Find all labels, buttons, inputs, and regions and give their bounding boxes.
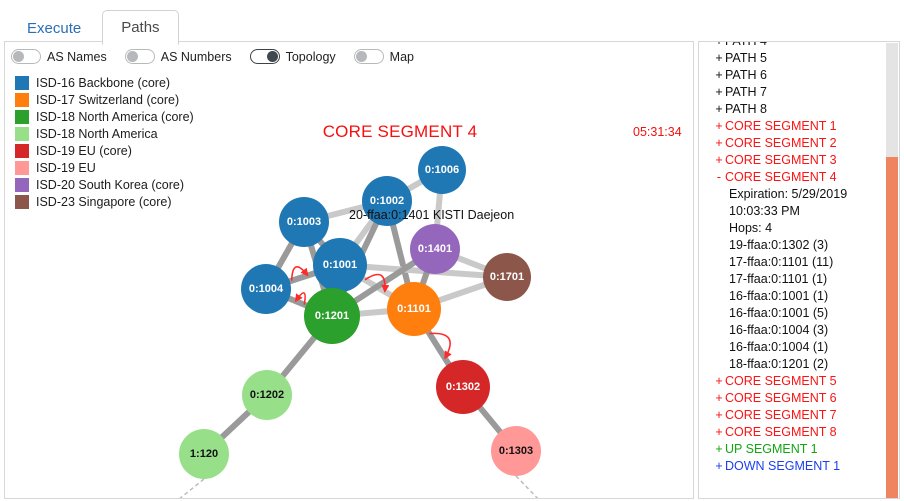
tree-item-label: PATH 5 xyxy=(725,51,767,65)
topology-graph-panel[interactable]: AS Names AS Numbers Topology Map ISD-16 Bac… xyxy=(4,41,694,499)
expand-icon[interactable]: + xyxy=(713,42,725,48)
node-tooltip: 20-ffaa:0:1401 KISTI Daejeon xyxy=(349,208,515,222)
graph-node-0-1401[interactable]: 0:1401 xyxy=(410,224,460,274)
endpoint-links-layer xyxy=(179,475,539,498)
tree-item-path-5[interactable]: + PATH 5 xyxy=(699,51,881,68)
node-circle[interactable] xyxy=(410,224,460,274)
tree-item-down-segment-1[interactable]: + DOWN SEGMENT 1 xyxy=(699,459,881,476)
tree-item-core-segment-6[interactable]: + CORE SEGMENT 6 xyxy=(699,391,881,408)
graph-node-0-1202[interactable]: 0:1202 xyxy=(242,370,292,420)
tree-item-label: CORE SEGMENT 3 xyxy=(725,153,837,167)
graph-node-0-1201[interactable]: 0:1201 xyxy=(304,288,360,344)
tree-item-label: PATH 6 xyxy=(725,68,767,82)
graph-node-0-1701[interactable]: 0:1701 xyxy=(483,253,531,301)
expand-icon[interactable]: + xyxy=(713,85,725,99)
expand-icon[interactable]: + xyxy=(713,153,725,167)
graph-node-0-1303[interactable]: 0:1303 xyxy=(491,426,541,476)
tree-item-path-6[interactable]: + PATH 6 xyxy=(699,68,881,85)
network-topology-svg[interactable]: 0:10060:10020:10030:14010:10010:17010:10… xyxy=(5,42,693,498)
tree-detail-line: Hops: 4 xyxy=(729,221,773,235)
graph-node-0-1302[interactable]: 0:1302 xyxy=(436,360,490,414)
tree-item-core-segment-1[interactable]: + CORE SEGMENT 1 xyxy=(699,119,881,136)
tree-scrollbar[interactable] xyxy=(884,43,898,498)
graph-node-0-1004[interactable]: 0:1004 xyxy=(241,264,291,314)
tab-execute[interactable]: Execute xyxy=(8,11,100,45)
tree-item-label: CORE SEGMENT 1 xyxy=(725,119,837,133)
tree-item-up-segment-1[interactable]: + UP SEGMENT 1 xyxy=(699,442,881,459)
tree-detail-line: 17-ffaa:0:1101 (11) xyxy=(729,255,834,269)
node-circle[interactable] xyxy=(491,426,541,476)
tree-item-core-segment-7[interactable]: + CORE SEGMENT 7 xyxy=(699,408,881,425)
graph-node-1-120[interactable]: 1:120 xyxy=(179,429,229,479)
tree-detail-line: 16-ffaa:0:1001 (1) xyxy=(729,289,829,303)
expand-icon[interactable]: + xyxy=(713,68,725,82)
expand-icon[interactable]: + xyxy=(713,391,725,405)
endpoint-connector xyxy=(515,475,539,498)
tree-item-core-segment-3[interactable]: + CORE SEGMENT 3 xyxy=(699,153,881,170)
app-root: Execute Paths AS Names AS Numbers Topology M… xyxy=(0,0,904,501)
tree-detail-line: 17-ffaa:0:1101 (1) xyxy=(729,272,828,286)
expand-icon[interactable]: + xyxy=(713,459,725,473)
node-circle[interactable] xyxy=(418,146,466,194)
node-circle[interactable] xyxy=(179,429,229,479)
path-tree-panel[interactable]: +PATH 4+PATH 5+PATH 6+PATH 7+PATH 8+CORE… xyxy=(698,41,900,499)
expand-icon[interactable]: + xyxy=(713,119,725,133)
tree-item-label: CORE SEGMENT 5 xyxy=(725,374,837,388)
tree-item-label: PATH 7 xyxy=(725,85,767,99)
node-circle[interactable] xyxy=(436,360,490,414)
tree-item-path-4[interactable]: +PATH 4 xyxy=(699,42,881,51)
tree-detail-line: 18-ffaa:0:1201 (2) xyxy=(729,357,829,371)
path-tree-list[interactable]: +PATH 4+PATH 5+PATH 6+PATH 7+PATH 8+CORE… xyxy=(699,42,881,498)
tree-item-label: CORE SEGMENT 7 xyxy=(725,408,837,422)
tab-list: Execute Paths xyxy=(8,6,181,45)
collapse-icon[interactable]: - xyxy=(713,170,725,184)
expand-icon[interactable]: + xyxy=(713,408,725,422)
tree-detail-line: 16-ffaa:0:1001 (5) xyxy=(729,306,829,320)
expand-icon[interactable]: + xyxy=(713,136,725,150)
tree-detail-line: 19-ffaa:0:1302 (3) xyxy=(729,238,829,252)
tree-item-path-7[interactable]: + PATH 7 xyxy=(699,85,881,102)
expand-icon[interactable]: + xyxy=(713,425,725,439)
graph-node-0-1101[interactable]: 0:1101 xyxy=(387,282,441,336)
node-circle[interactable] xyxy=(387,282,441,336)
graph-node-0-1003[interactable]: 0:1003 xyxy=(279,197,329,247)
tree-detail-line: 10:03:33 PM xyxy=(729,204,800,218)
expand-icon[interactable]: + xyxy=(713,51,725,65)
node-circle[interactable] xyxy=(279,197,329,247)
node-circle[interactable] xyxy=(241,264,291,314)
expand-icon[interactable]: + xyxy=(713,374,725,388)
endpoint-connector xyxy=(179,478,205,498)
scrollbar-thumb[interactable] xyxy=(886,157,898,498)
tree-detail-line: 16-ffaa:0:1004 (1) xyxy=(729,340,829,354)
tree-item-label: CORE SEGMENT 8 xyxy=(725,425,837,439)
tab-bar: Execute Paths xyxy=(0,0,904,45)
tab-paths[interactable]: Paths xyxy=(102,10,179,45)
tree-item-label: PATH 8 xyxy=(725,102,767,116)
graph-node-0-1001[interactable]: 0:1001 xyxy=(313,238,367,292)
tree-item-path-8[interactable]: + PATH 8 xyxy=(699,102,881,119)
tree-item-label: DOWN SEGMENT 1 xyxy=(725,459,841,473)
tree-item-label: UP SEGMENT 1 xyxy=(725,442,818,456)
node-circle[interactable] xyxy=(483,253,531,301)
tree-item-core-segment-4[interactable]: - CORE SEGMENT 4 xyxy=(699,170,881,187)
expand-icon[interactable]: + xyxy=(713,442,725,456)
tree-item-core-segment-8[interactable]: + CORE SEGMENT 8 xyxy=(699,425,881,442)
tree-item-core-segment-2[interactable]: + CORE SEGMENT 2 xyxy=(699,136,881,153)
node-circle[interactable] xyxy=(242,370,292,420)
node-circle[interactable] xyxy=(304,288,360,344)
tree-item-label: PATH 4 xyxy=(725,42,881,48)
graph-node-0-1006[interactable]: 0:1006 xyxy=(418,146,466,194)
expand-icon[interactable]: + xyxy=(713,102,725,116)
tree-detail-line: Expiration: 5/29/2019 xyxy=(729,187,848,201)
tree-item-core-segment-5[interactable]: + CORE SEGMENT 5 xyxy=(699,374,881,391)
node-circle[interactable] xyxy=(313,238,367,292)
content-area: AS Names AS Numbers Topology Map ISD-16 Bac… xyxy=(4,41,900,499)
tree-detail-line: 16-ffaa:0:1004 (3) xyxy=(729,323,829,337)
tree-item-label: CORE SEGMENT 4 xyxy=(725,170,837,184)
tree-item-label: CORE SEGMENT 6 xyxy=(725,391,837,405)
tree-item-label: CORE SEGMENT 2 xyxy=(725,136,837,150)
